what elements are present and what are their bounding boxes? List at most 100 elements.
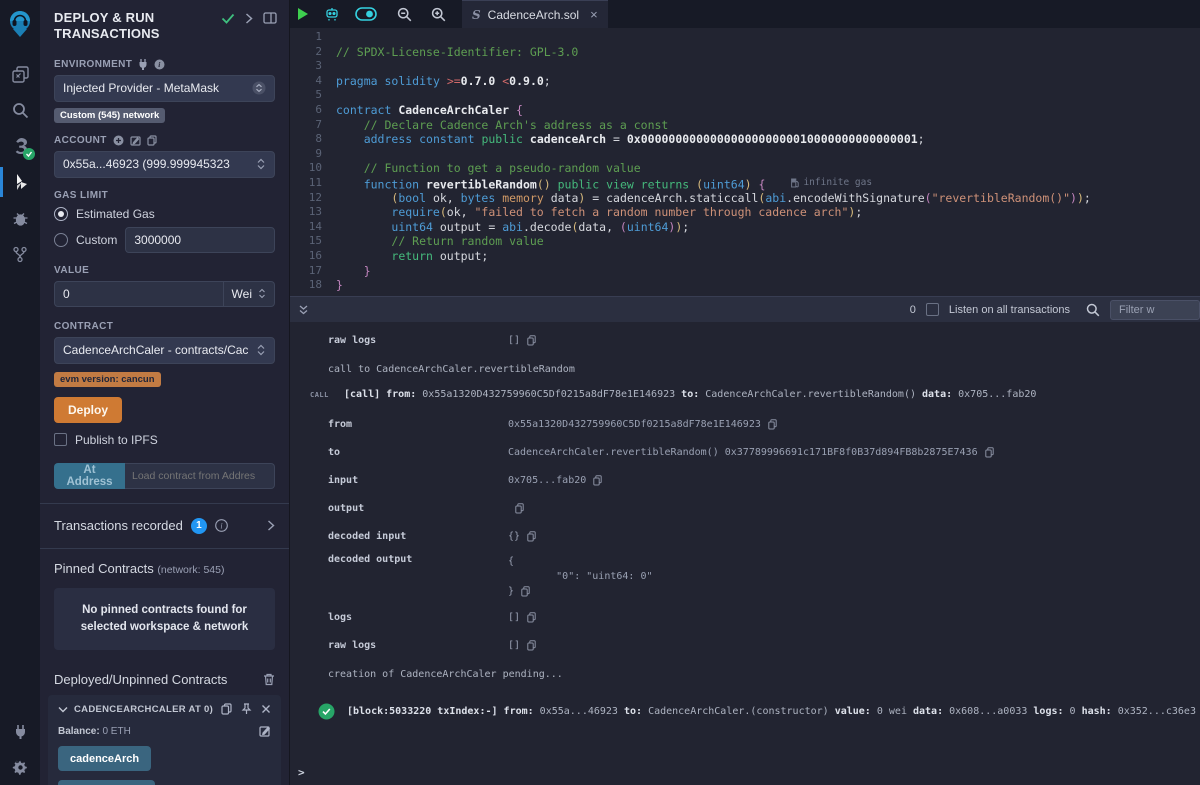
- contract-function-button[interactable]: cadenceArch: [58, 746, 151, 771]
- at-address-button[interactable]: At Address: [54, 463, 125, 489]
- line-number: 11: [290, 176, 336, 191]
- account-select[interactable]: 0x55a...46923 (999.999945323: [54, 151, 275, 178]
- editor-toolbar: S CadenceArch.sol ×: [290, 0, 1200, 28]
- account-label: ACCOUNT: [54, 135, 107, 146]
- code-editor[interactable]: 12// SPDX-License-Identifier: GPL-3.034p…: [290, 28, 1200, 296]
- publish-ipfs-checkbox[interactable]: [54, 433, 67, 446]
- zoom-in-icon[interactable]: [424, 0, 452, 28]
- environment-select[interactable]: Injected Provider - MetaMask: [54, 75, 275, 102]
- terminal-prompt[interactable]: >: [298, 766, 305, 779]
- code-line: 1: [290, 30, 1200, 45]
- terminal-toolbar: 0 Listen on all transactions: [290, 296, 1200, 322]
- code-line: 3: [290, 59, 1200, 74]
- select-stepper-icon: [252, 81, 266, 95]
- zoom-out-icon[interactable]: [390, 0, 418, 28]
- panel-chevron-right-icon[interactable]: [245, 13, 253, 24]
- line-number: 1: [290, 30, 336, 45]
- estimated-gas-radio[interactable]: [54, 207, 68, 221]
- custom-gas-label: Custom: [76, 233, 117, 247]
- info-icon[interactable]: i: [154, 59, 165, 70]
- sign-message-icon[interactable]: [130, 135, 141, 146]
- run-script-icon[interactable]: [298, 8, 308, 20]
- environment-value: Injected Provider - MetaMask: [63, 81, 219, 95]
- contract-select[interactable]: CadenceArchCaler - contracts/Cac: [54, 337, 275, 364]
- value-unit-select[interactable]: Wei: [224, 281, 275, 307]
- settings-gear-icon[interactable]: [0, 749, 40, 785]
- code-line: 2// SPDX-License-Identifier: GPL-3.0: [290, 45, 1200, 60]
- file-explorer-icon[interactable]: [0, 56, 40, 92]
- transactions-recorded-label: Transactions recorded: [54, 518, 183, 533]
- environment-label: ENVIRONMENT: [54, 59, 132, 70]
- code-line: 16 return output;: [290, 249, 1200, 264]
- line-number: 15: [290, 234, 336, 249]
- edit-balance-icon[interactable]: [259, 725, 271, 737]
- at-address-input[interactable]: [125, 463, 275, 489]
- contract-stepper-icon: [256, 344, 266, 356]
- gas-limit-label: GAS LIMIT: [54, 190, 108, 201]
- listen-all-checkbox[interactable]: [926, 303, 939, 316]
- deployed-contract-card: CADENCEARCHCALER AT 0) Balance: 0 ETH: [48, 695, 281, 785]
- pin-icon[interactable]: [241, 703, 252, 715]
- line-number: 18: [290, 278, 336, 293]
- line-number: 4: [290, 74, 336, 89]
- terminal-block-row: [block:5033220 txIndex:-] from: 0x55a...…: [290, 706, 1200, 720]
- terminal-collapse-icon[interactable]: [298, 304, 309, 316]
- tab-label: CadenceArch.sol: [488, 8, 579, 22]
- tab-close-icon[interactable]: ×: [590, 7, 598, 22]
- line-number: 10: [290, 161, 336, 176]
- deployed-contract-name[interactable]: CADENCEARCHCALER AT 0): [74, 704, 215, 715]
- terminal-search-icon[interactable]: [1086, 303, 1100, 317]
- debugger-icon[interactable]: [0, 200, 40, 236]
- pinned-empty-message: No pinned contracts found for selected w…: [54, 588, 275, 651]
- code-line: 10 // Function to get a pseudo-random va…: [290, 161, 1200, 176]
- card-chevron-down-icon[interactable]: [58, 706, 68, 713]
- copy-address-icon[interactable]: [221, 703, 232, 715]
- terminal-kv-row: raw logs[]: [290, 631, 1200, 659]
- panel-split-view-icon[interactable]: [263, 12, 277, 24]
- git-icon[interactable]: [0, 236, 40, 272]
- terminal-filter-input[interactable]: [1110, 300, 1200, 320]
- pinned-network-label: (network: 545): [157, 564, 224, 576]
- code-line: 4pragma solidity >=0.7.0 <0.9.0;: [290, 74, 1200, 89]
- value-input[interactable]: [54, 281, 224, 307]
- line-number: 7: [290, 118, 336, 133]
- code-line: 9: [290, 147, 1200, 162]
- tab-cadencearch-sol[interactable]: S CadenceArch.sol ×: [462, 0, 608, 28]
- publish-ipfs-label: Publish to IPFS: [75, 433, 158, 447]
- deploy-button[interactable]: Deploy: [54, 397, 122, 423]
- deploy-run-icon[interactable]: [0, 164, 40, 200]
- terminal-kv-row: raw logs[]: [290, 326, 1200, 354]
- solidity-file-icon: S: [472, 8, 481, 22]
- line-number: 5: [290, 88, 336, 103]
- copy-account-icon[interactable]: [147, 135, 157, 146]
- remove-contract-icon[interactable]: [261, 704, 271, 714]
- value-unit: Wei: [232, 287, 252, 301]
- code-line: 6contract CadenceArchCaler {: [290, 103, 1200, 118]
- custom-gas-radio[interactable]: [54, 233, 68, 247]
- terminal[interactable]: raw logs[] call to CadenceArchCaler.rever…: [290, 322, 1200, 785]
- code-line: 12 (bool ok, bytes memory data) = cadenc…: [290, 191, 1200, 206]
- plug-icon: [138, 59, 148, 70]
- contract-value: CadenceArchCaler - contracts/Cac: [63, 343, 248, 357]
- transactions-info-icon[interactable]: i: [215, 519, 228, 532]
- code-line: 14 uint64 output = abi.decode(data, (uin…: [290, 220, 1200, 235]
- terminal-message: call to CadenceArchCaler.revertibleRando…: [290, 364, 1200, 375]
- contract-function-button[interactable]: revertibleRa...: [58, 780, 155, 785]
- plugin-manager-icon[interactable]: [0, 713, 40, 749]
- remix-logo-icon[interactable]: [0, 6, 40, 42]
- panel-check-icon: [221, 13, 235, 24]
- trash-icon[interactable]: [263, 673, 275, 686]
- add-account-icon[interactable]: [113, 135, 124, 146]
- custom-gas-input[interactable]: [125, 227, 275, 253]
- solidity-compiler-icon[interactable]: [0, 128, 40, 164]
- transactions-expand-icon[interactable]: [267, 520, 275, 531]
- code-line: 5: [290, 88, 1200, 103]
- terminal-kv-row: toCadenceArchCaler.revertibleRandom() 0x…: [290, 438, 1200, 466]
- terminal-message: creation of CadenceArchCaler pending...: [290, 669, 1200, 680]
- ai-assistant-icon[interactable]: [318, 0, 346, 28]
- copilot-toggle-icon[interactable]: [352, 0, 380, 28]
- transactions-recorded-row[interactable]: Transactions recorded 1 i: [40, 504, 289, 548]
- panel-title: DEPLOY & RUN TRANSACTIONS: [54, 10, 194, 43]
- search-icon[interactable]: [0, 92, 40, 128]
- compile-success-badge: [23, 148, 35, 160]
